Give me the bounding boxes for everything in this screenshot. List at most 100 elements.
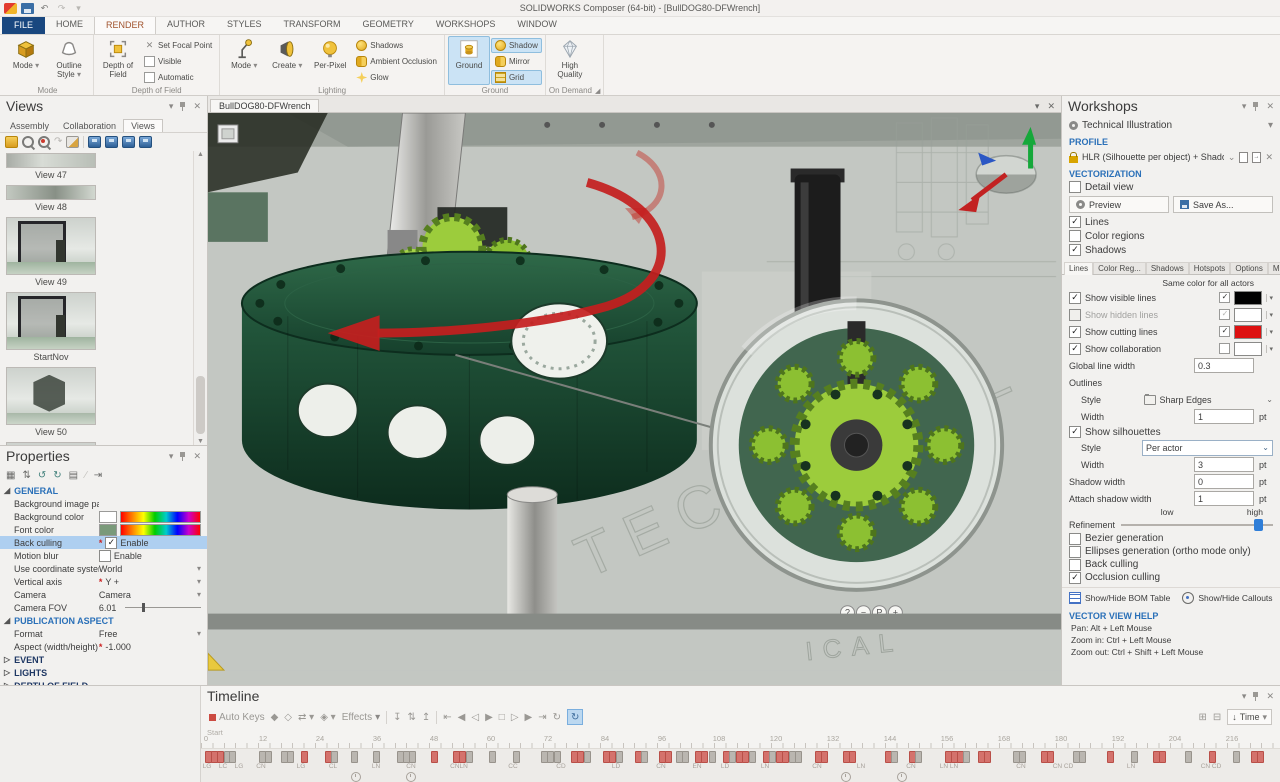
slider-handle[interactable]: [1254, 519, 1263, 531]
property-row-vertical-axis[interactable]: Vertical axis*Y +▾: [0, 575, 207, 588]
playback-1-icon[interactable]: ◀: [458, 712, 466, 723]
views-tab-collaboration[interactable]: Collaboration: [56, 120, 123, 132]
attach-shadow-width-input[interactable]: [1194, 491, 1254, 506]
ground-mirror-toggle[interactable]: Mirror: [491, 54, 542, 69]
property-select[interactable]: Free▾: [99, 629, 201, 639]
timeline-key[interactable]: [489, 751, 496, 763]
timeline-key[interactable]: [616, 751, 623, 763]
view-item[interactable]: View 48: [6, 185, 96, 215]
render-mode-button[interactable]: Mode ▾: [5, 36, 47, 85]
save-as-button[interactable]: Save As...: [1173, 196, 1273, 213]
effects-button[interactable]: Effects ▾: [342, 712, 380, 723]
key-tool-1-icon[interactable]: ◇: [284, 712, 292, 723]
import-props-icon[interactable]: ⇥: [94, 470, 102, 481]
views-tab-views[interactable]: Views: [123, 119, 163, 132]
properties-menu-icon[interactable]: ▾: [169, 451, 174, 462]
timeline-pin-icon[interactable]: [1252, 692, 1260, 701]
new-profile-icon[interactable]: [1239, 152, 1248, 163]
app-icon[interactable]: [4, 3, 17, 14]
revert-view-icon[interactable]: ↷: [54, 136, 62, 148]
section-publication[interactable]: ◢PUBLICATION ASPECT: [0, 614, 207, 627]
timeline-key[interactable]: [963, 751, 970, 763]
file-tab[interactable]: FILE: [2, 17, 45, 34]
workshops-pin-icon[interactable]: [1252, 102, 1260, 111]
timeline-zoom-out-icon[interactable]: ⊟: [1213, 712, 1221, 723]
key-tool-3-icon[interactable]: ◈ ▾: [320, 712, 336, 723]
option-shadows[interactable]: ✓Shadows: [1062, 243, 1280, 257]
marker-tool-2-icon[interactable]: ↥: [422, 712, 430, 723]
time-mode-dropdown[interactable]: ↓Time ▾: [1227, 709, 1272, 725]
property-select[interactable]: World▾: [99, 564, 201, 574]
timeline-key[interactable]: [1233, 751, 1240, 763]
delete-profile-icon[interactable]: ✕: [1265, 152, 1273, 163]
update-view-red-icon[interactable]: [38, 136, 50, 148]
tab-transform[interactable]: TRANSFORM: [273, 16, 352, 33]
timeline-zoom-in-icon[interactable]: ⊞: [1199, 712, 1207, 723]
custom-view-icon-3[interactable]: [122, 136, 135, 148]
lighting-mode-button[interactable]: Mode ▾: [223, 36, 265, 85]
timeline-key[interactable]: [1257, 751, 1264, 763]
playback-4-icon[interactable]: □: [499, 712, 505, 723]
tab-window[interactable]: WINDOW: [506, 16, 568, 33]
timeline-key[interactable]: [641, 751, 648, 763]
marker-tool-1-icon[interactable]: ⇅: [408, 712, 416, 723]
workshop-selector[interactable]: Technical Illustration ▾: [1062, 116, 1280, 134]
document-tab[interactable]: BullDOG80-DFWrench: [210, 99, 319, 112]
property-row-motion-blur[interactable]: Motion blurEnable: [0, 549, 207, 562]
dialog-launcher-icon[interactable]: ◢: [595, 88, 600, 95]
create-view-icon[interactable]: [5, 136, 18, 148]
line-row-show-cutting-lines[interactable]: ✓Show cutting lines✓▾: [1062, 323, 1280, 340]
view-item[interactable]: View 51: [6, 442, 96, 445]
property-row-back-culling[interactable]: Back culling*✓Enable: [0, 536, 207, 549]
property-slider[interactable]: [125, 607, 201, 608]
timeline-key[interactable]: [749, 751, 756, 763]
playback-3-icon[interactable]: ▶: [485, 712, 493, 723]
properties-close-icon[interactable]: ✕: [193, 451, 201, 462]
timeline-menu-icon[interactable]: ▾: [1242, 691, 1247, 702]
timeline-key[interactable]: [729, 751, 736, 763]
line-color-swatch[interactable]: [1234, 308, 1262, 322]
timeline-key[interactable]: [217, 751, 224, 763]
scroll-up-icon[interactable]: ▲: [197, 151, 204, 158]
line-color-swatch[interactable]: [1234, 342, 1262, 356]
ws-tab-lines[interactable]: Lines: [1064, 262, 1093, 275]
outline-style-dropdown[interactable]: Sharp Edges⌄: [1144, 395, 1273, 405]
ws-tab-shadows[interactable]: Shadows: [1146, 262, 1189, 274]
depth-of-field-button[interactable]: Depth of Field: [97, 36, 139, 85]
property-row-camera-fov[interactable]: Camera FOV6.01: [0, 601, 207, 614]
eyedropper-icon[interactable]: ∕: [85, 470, 87, 481]
playback-7-icon[interactable]: ⇥: [538, 712, 546, 723]
timeline-key[interactable]: [459, 751, 466, 763]
qat-customize-icon[interactable]: ▾: [72, 3, 85, 14]
same-color-checkbox[interactable]: [1219, 343, 1230, 354]
timeline-key[interactable]: [554, 751, 561, 763]
profile-selector[interactable]: HLR (Silhouette per object) + Shadows ⌄ …: [1062, 148, 1280, 166]
timeline-key[interactable]: [984, 751, 991, 763]
timeline-track[interactable]: LGLCLGCNLGCLLNCNCNLNCCCDLDCNENLDLNCNLNCN…: [201, 748, 1280, 782]
line-row-show-collaboration[interactable]: ✓Show collaboration▾: [1062, 340, 1280, 357]
timeline-key[interactable]: [1047, 751, 1054, 763]
refinement-slider[interactable]: [1121, 524, 1273, 526]
sort-icon[interactable]: ⇅: [22, 470, 30, 481]
global-line-width-input[interactable]: [1194, 358, 1254, 373]
silhouette-width-input[interactable]: [1194, 457, 1254, 472]
timeline-key[interactable]: [665, 751, 672, 763]
set-focal-point-button[interactable]: ✕Set Focal Point: [140, 38, 216, 53]
tab-workshops[interactable]: WORKSHOPS: [425, 16, 507, 33]
check-bezier-generation[interactable]: Bezier generation: [1062, 532, 1280, 545]
property-row-aspect-width-height-[interactable]: Aspect (width/height)*-1.000: [0, 640, 207, 653]
categorize-icon[interactable]: ▦: [6, 470, 15, 481]
camera-view-icon[interactable]: [218, 125, 238, 143]
marker-tool-0-icon[interactable]: ↧: [393, 712, 401, 723]
property-select[interactable]: Camera▾: [99, 590, 201, 600]
line-row-show-visible-lines[interactable]: ✓Show visible lines✓▾: [1062, 289, 1280, 306]
ws-tab-color-reg-[interactable]: Color Reg...: [1093, 262, 1146, 274]
scroll-down-icon[interactable]: ▼: [197, 438, 204, 445]
ground-grid-toggle[interactable]: Grid: [491, 70, 542, 85]
paint-view-icon[interactable]: [66, 136, 79, 148]
check-ellipses-generation-ortho-mode-only-[interactable]: Ellipses generation (ortho mode only): [1062, 545, 1280, 558]
playback-2-icon[interactable]: ◁: [471, 712, 479, 723]
outline-width-input[interactable]: [1194, 409, 1254, 424]
properties-pin-icon[interactable]: [179, 452, 187, 461]
same-color-checkbox[interactable]: ✓: [1219, 292, 1230, 303]
